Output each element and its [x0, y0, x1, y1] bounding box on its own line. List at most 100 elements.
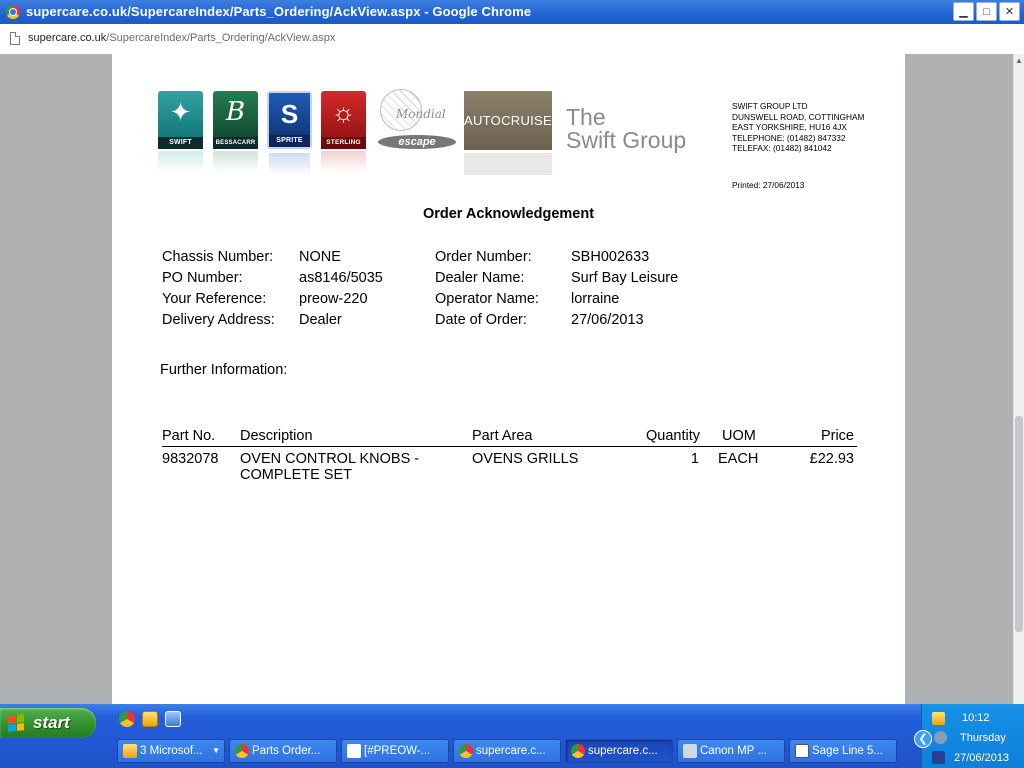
- minimize-button[interactable]: ▁: [953, 2, 974, 21]
- chrome-icon: [6, 5, 20, 19]
- sterling-logo: ☼ STERLING: [321, 91, 366, 173]
- chrome-icon: [571, 744, 585, 758]
- chassis-number-label: Chassis Number:: [162, 249, 274, 265]
- sage-icon: [795, 744, 809, 758]
- taskbar-item-label: 3 Microsof...: [140, 745, 203, 757]
- row-quantity: 1: [690, 451, 699, 467]
- po-number-label: PO Number:: [162, 270, 243, 286]
- document-page: ✦ SWIFT B BESSACARR S SPRITE ☼ STERLING …: [112, 54, 905, 704]
- taskbar-item[interactable]: supercare.c...: [453, 739, 561, 763]
- close-button[interactable]: ✕: [999, 2, 1020, 21]
- order-info-left-values: NONE as8146/5035 preow-220 Dealer: [299, 247, 383, 331]
- dealer-name-value: Surf Bay Leisure: [571, 270, 679, 286]
- table-row: 9832078 OVEN CONTROL KNOBS - COMPLETE SE…: [162, 451, 857, 491]
- url-domain: supercare.co.uk: [28, 32, 107, 44]
- row-description: OVEN CONTROL KNOBS - COMPLETE SET: [240, 451, 420, 483]
- chassis-number-value: NONE: [299, 249, 341, 265]
- jira-icon: [347, 744, 361, 758]
- operator-name-value: lorraine: [571, 291, 620, 307]
- printed-date: Printed: 27/06/2013: [732, 180, 805, 190]
- company-address-line1: DUNSWELL ROAD, COTTINGHAM: [732, 111, 865, 122]
- swift-bird-icon: ✦: [169, 97, 192, 127]
- delivery-address-value: Dealer: [299, 312, 342, 328]
- further-information-label: Further Information:: [160, 362, 288, 378]
- show-hidden-icons-chevron-icon[interactable]: ❮: [914, 730, 932, 748]
- display-tray-icon[interactable]: [932, 751, 945, 764]
- system-tray: ❮ 10:12 Thursday 27/06/2013: [914, 704, 1024, 768]
- your-reference-value: preow-220: [299, 291, 368, 307]
- chevron-down-icon: ▼: [212, 746, 220, 755]
- taskbar-item-active[interactable]: supercare.c...: [565, 739, 673, 763]
- logo-reflection: [321, 151, 366, 173]
- taskbar-item-label: [#PREOW-...: [364, 745, 431, 757]
- header-uom: UOM: [722, 428, 756, 444]
- logo-reflection: [213, 151, 258, 173]
- outlook-tray-icon[interactable]: [932, 712, 945, 725]
- swift-group-line1: The: [566, 104, 606, 130]
- outlook-quicklaunch-icon[interactable]: [142, 711, 158, 727]
- taskbar-item[interactable]: [#PREOW-...: [341, 739, 449, 763]
- clock-date: 27/06/2013: [954, 752, 1010, 764]
- taskbar-item-label: Parts Order...: [252, 745, 321, 757]
- start-label: start: [33, 713, 70, 732]
- bessacarr-b-icon: B: [225, 97, 246, 127]
- swift-logo: ✦ SWIFT: [158, 91, 203, 173]
- parts-table: Part No. Description Part Area Quantity …: [162, 428, 857, 491]
- page-viewport[interactable]: ✦ SWIFT B BESSACARR S SPRITE ☼ STERLING …: [0, 54, 1014, 704]
- clock-day: Thursday: [960, 732, 1006, 744]
- scrollbar-thumb[interactable]: [1015, 416, 1023, 632]
- table-header: Part No. Description Part Area Quantity …: [162, 428, 857, 447]
- company-telephone: TELEPHONE: (01482) 847332: [732, 132, 846, 143]
- taskbar-item-label: supercare.c...: [476, 745, 546, 757]
- start-button[interactable]: start: [0, 708, 96, 738]
- taskbar-item[interactable]: 3 Microsof... ▼: [117, 739, 225, 763]
- po-number-value: as8146/5035: [299, 270, 383, 286]
- header-part-no: Part No.: [162, 428, 216, 444]
- sprite-logo-text: SPRITE: [269, 135, 310, 147]
- delivery-address-label: Delivery Address:: [162, 312, 275, 328]
- window-title: supercare.co.uk/SupercareIndex/Parts_Ord…: [26, 4, 532, 19]
- maximize-button[interactable]: □: [976, 2, 997, 21]
- taskbar-item-label: supercare.c...: [588, 745, 658, 757]
- logo-reflection: [464, 153, 552, 175]
- outlook-icon: [123, 744, 137, 758]
- order-info-left-labels: Chassis Number: PO Number: Your Referenc…: [162, 247, 275, 331]
- clock-time[interactable]: 10:12: [962, 712, 990, 724]
- url-field[interactable]: supercare.co.uk/SupercareIndex/Parts_Ord…: [28, 32, 335, 44]
- row-part-no: 9832078: [162, 451, 219, 467]
- document-title: Order Acknowledgement: [422, 206, 595, 222]
- window-title-bar[interactable]: supercare.co.uk/SupercareIndex/Parts_Ord…: [0, 0, 1024, 24]
- sprite-s-icon: S: [280, 99, 299, 129]
- order-number-value: SBH002633: [571, 249, 650, 265]
- taskbar-item[interactable]: Sage Line 5...: [789, 739, 897, 763]
- bessacarr-logo: B BESSACARR: [213, 91, 258, 173]
- header-price: Price: [820, 428, 854, 444]
- swift-logo-text: SWIFT: [158, 137, 203, 149]
- scroll-up-arrow-icon[interactable]: ▲: [1014, 54, 1024, 68]
- dealer-name-label: Dealer Name:: [435, 270, 525, 286]
- company-address: SWIFT GROUP LTD DUNSWELL ROAD, COTTINGHA…: [732, 101, 864, 154]
- row-price: £22.93: [809, 451, 854, 467]
- taskbar-item[interactable]: Parts Order...: [229, 739, 337, 763]
- logo-reflection: [269, 153, 310, 175]
- mondial-escape-logo: Mondial escape: [374, 89, 460, 151]
- chrome-quicklaunch-icon[interactable]: [119, 711, 135, 727]
- date-of-order-label: Date of Order:: [435, 312, 527, 328]
- network-tray-icon[interactable]: [934, 731, 947, 744]
- sprite-logo: S SPRITE: [267, 91, 312, 175]
- bessacarr-logo-text: BESSACARR: [213, 137, 258, 149]
- autocruise-logo: AUTOCRUISE: [464, 91, 552, 150]
- taskbar-item[interactable]: Canon MP ...: [677, 739, 785, 763]
- address-bar[interactable]: supercare.co.uk/SupercareIndex/Parts_Ord…: [0, 24, 1024, 55]
- mondial-text: Mondial: [396, 107, 446, 121]
- company-address-line2: EAST YORKSHIRE, HU16 4JX: [732, 122, 847, 132]
- ie-quicklaunch-icon[interactable]: [165, 711, 181, 727]
- windows-flag-icon: [8, 714, 24, 732]
- row-uom: EACH: [718, 451, 759, 467]
- taskbar-item-label: Canon MP ...: [700, 745, 767, 757]
- chrome-icon: [235, 744, 249, 758]
- sterling-logo-text: STERLING: [321, 137, 366, 149]
- sterling-s-icon: ☼: [331, 97, 356, 127]
- company-telefax: TELEFAX: (01482) 841042: [732, 143, 832, 153]
- vertical-scrollbar[interactable]: ▲: [1013, 54, 1024, 704]
